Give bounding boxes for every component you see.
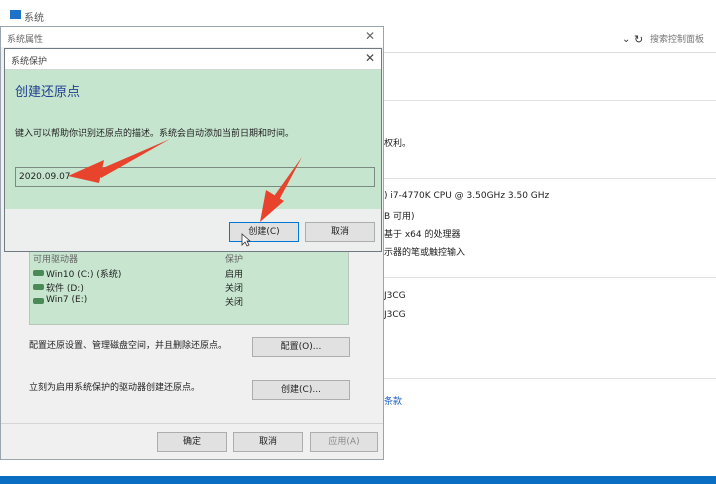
mouse-cursor-icon <box>241 233 251 247</box>
annotation-arrows <box>68 139 302 222</box>
arrow-to-input <box>68 139 170 183</box>
arrow-to-create-button <box>260 157 302 222</box>
